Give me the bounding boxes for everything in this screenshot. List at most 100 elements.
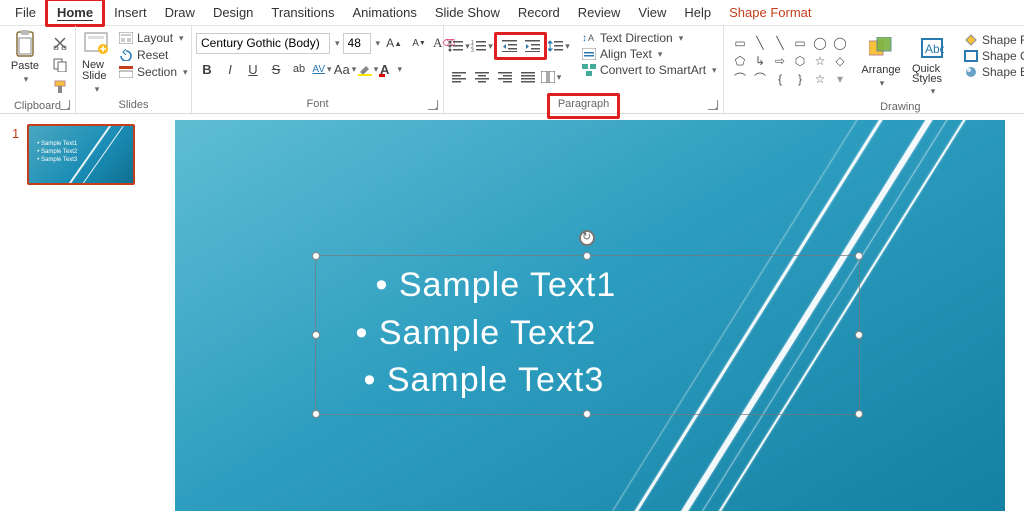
clipboard-icon <box>11 30 39 58</box>
layout-icon <box>119 32 133 44</box>
group-paragraph: ▾ 123▾ ▾ ▾ ↕AText Direction▾ <box>444 26 724 113</box>
tab-insert[interactable]: Insert <box>105 1 156 24</box>
clipboard-launcher[interactable] <box>60 100 70 110</box>
svg-text:↕: ↕ <box>582 33 587 44</box>
resize-handle-ne[interactable] <box>855 252 863 260</box>
text-direction-icon: ↕A <box>582 31 596 45</box>
paste-label: Paste <box>11 60 39 72</box>
chevron-down-icon[interactable]: ▾ <box>376 38 381 49</box>
align-left-button[interactable] <box>448 66 470 88</box>
ribbon: Paste ▾ Clipboard New Slide ▾ Layout▾ Re… <box>0 26 1024 114</box>
tab-animations[interactable]: Animations <box>344 1 426 24</box>
format-painter-button[interactable] <box>49 76 71 98</box>
group-label-paragraph: Paragraph <box>448 96 719 113</box>
group-font: ▾ ▾ A▲ A▼ A⌫ B I U S ab AV▾ Aa▾ ▾ A▾ Fon… <box>192 26 444 113</box>
resize-handle-w[interactable] <box>312 331 320 339</box>
arrange-button[interactable]: Arrange▾ <box>858 32 904 91</box>
reset-button[interactable]: Reset <box>115 47 192 63</box>
shadow-button[interactable]: ab <box>288 58 310 80</box>
svg-text:3: 3 <box>471 48 474 52</box>
strikethrough-button[interactable]: S <box>265 58 287 80</box>
new-slide-icon <box>82 30 110 58</box>
group-clipboard: Paste ▾ Clipboard <box>0 26 76 113</box>
shape-effects-button[interactable]: Shape Effects▾ <box>960 64 1024 80</box>
effects-icon <box>964 66 978 78</box>
chevron-down-icon: ▾ <box>24 74 29 85</box>
section-icon <box>119 66 133 78</box>
character-spacing-button[interactable]: AV▾ <box>311 58 333 80</box>
font-color-button[interactable]: A▾ <box>380 58 402 80</box>
increase-indent-button[interactable] <box>521 35 543 57</box>
tab-design[interactable]: Design <box>204 1 262 24</box>
paste-button[interactable]: Paste ▾ <box>4 28 46 87</box>
tab-help[interactable]: Help <box>675 1 720 24</box>
change-case-button[interactable]: Aa▾ <box>334 58 356 80</box>
bullet-line-1: • Sample Text1 <box>336 262 839 310</box>
tab-review[interactable]: Review <box>569 1 630 24</box>
align-center-button[interactable] <box>471 66 493 88</box>
section-button[interactable]: Section▾ <box>115 64 192 80</box>
justify-button[interactable] <box>517 66 539 88</box>
resize-handle-nw[interactable] <box>312 252 320 260</box>
copy-button[interactable] <box>49 54 71 76</box>
tab-transitions[interactable]: Transitions <box>262 1 343 24</box>
align-text-button[interactable]: Align Text▾ <box>578 46 721 62</box>
tab-draw[interactable]: Draw <box>156 1 204 24</box>
bullet-line-3: • Sample Text3 <box>336 357 839 405</box>
resize-handle-sw[interactable] <box>312 410 320 418</box>
bold-button[interactable]: B <box>196 58 218 80</box>
tab-shape-format[interactable]: Shape Format <box>720 1 820 24</box>
tab-home[interactable]: Home <box>45 0 105 27</box>
rotation-handle[interactable] <box>579 230 595 246</box>
outline-icon <box>964 50 978 62</box>
shape-outline-button[interactable]: Shape Outline▾ <box>960 48 1024 64</box>
paragraph-launcher[interactable] <box>708 100 718 110</box>
slide-thumbnail-1[interactable]: • Sample Text1 • Sample Text2 • Sample T… <box>27 124 135 185</box>
line-spacing-button[interactable]: ▾ <box>548 35 570 57</box>
chevron-down-icon[interactable]: ▾ <box>335 38 340 49</box>
text-direction-button[interactable]: ↕AText Direction▾ <box>578 30 721 46</box>
svg-text:Abc: Abc <box>925 42 944 56</box>
tab-slideshow[interactable]: Slide Show <box>426 1 509 24</box>
resize-handle-n[interactable] <box>583 252 591 260</box>
tab-file[interactable]: File <box>6 1 45 24</box>
bullets-button[interactable]: ▾ <box>448 35 470 57</box>
shape-fill-button[interactable]: Shape Fill▾ <box>960 32 1024 48</box>
slide-canvas[interactable]: • Sample Text1 • Sample Text2 • Sample T… <box>175 120 1005 511</box>
numbering-button[interactable]: 123▾ <box>471 35 493 57</box>
decrease-indent-button[interactable] <box>498 35 520 57</box>
tab-record[interactable]: Record <box>509 1 569 24</box>
highlight-button[interactable]: ▾ <box>357 58 379 80</box>
group-slides: New Slide ▾ Layout▾ Reset Section▾ Slide… <box>76 26 192 113</box>
convert-smartart-button[interactable]: Convert to SmartArt▾ <box>578 62 721 78</box>
bullet-line-2: • Sample Text2 <box>336 310 839 358</box>
chevron-down-icon: ▾ <box>95 84 100 95</box>
underline-button[interactable]: U <box>242 58 264 80</box>
group-label-slides: Slides <box>80 97 187 114</box>
font-launcher[interactable] <box>428 100 438 110</box>
text-placeholder[interactable]: • Sample Text1 • Sample Text2 • Sample T… <box>315 255 860 415</box>
slide-edit-area[interactable]: • Sample Text1 • Sample Text2 • Sample T… <box>155 114 1024 511</box>
smartart-icon <box>582 64 596 76</box>
align-text-icon <box>582 48 596 60</box>
layout-button[interactable]: Layout▾ <box>115 30 192 46</box>
align-right-button[interactable] <box>494 66 516 88</box>
font-size-combo[interactable] <box>343 33 371 54</box>
shapes-gallery[interactable]: ▭╲╲▭◯◯ ⬠↳⇨⬡☆◇ ⌒⌒{}☆▾ <box>728 32 852 91</box>
tab-view[interactable]: View <box>629 1 675 24</box>
columns-button[interactable]: ▾ <box>540 66 562 88</box>
font-family-combo[interactable] <box>196 33 330 54</box>
quick-styles-button[interactable]: Abc Quick Styles▾ <box>910 32 954 99</box>
cut-button[interactable] <box>49 32 71 54</box>
new-slide-button[interactable]: New Slide ▾ <box>80 28 112 97</box>
resize-handle-s[interactable] <box>583 410 591 418</box>
resize-handle-e[interactable] <box>855 331 863 339</box>
textbox-content[interactable]: • Sample Text1 • Sample Text2 • Sample T… <box>316 256 859 411</box>
fill-icon <box>964 34 978 46</box>
decrease-font-button[interactable]: A▼ <box>408 32 430 54</box>
increase-font-button[interactable]: A▲ <box>383 32 405 54</box>
italic-button[interactable]: I <box>219 58 241 80</box>
shape-textbox-icon: ▭ <box>732 36 748 51</box>
resize-handle-se[interactable] <box>855 410 863 418</box>
content-area: 1 • Sample Text1 • Sample Text2 • Sample… <box>0 114 1024 511</box>
